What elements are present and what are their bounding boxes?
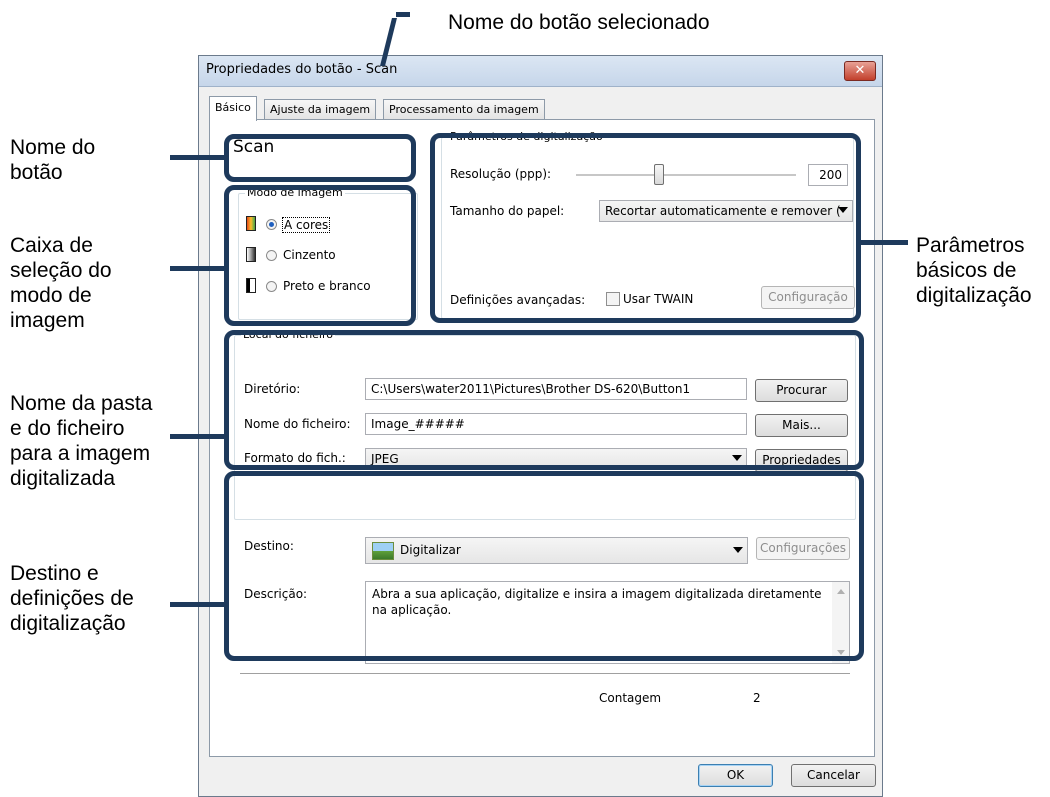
annotation-line: Caixa de — [10, 234, 93, 257]
annotation-line: para a imagem — [10, 442, 151, 465]
count-label: Contagem — [599, 691, 662, 705]
annotation-line: definições de — [10, 587, 134, 610]
annotation-line: seleção do — [10, 259, 112, 282]
annotation-button-name: Nome do botão — [10, 135, 95, 185]
callout-line-scan-params — [860, 240, 908, 245]
annotation-basic-scan-params: Parâmetros básicos de digitalização — [916, 233, 1032, 308]
cancel-button[interactable]: Cancelar — [791, 764, 876, 787]
callout-line-button-name — [170, 155, 226, 160]
annotation-selected-button-name: Nome do botão selecionado — [448, 11, 710, 34]
annotation-line: modo de — [10, 284, 92, 307]
tab-basico[interactable]: Básico — [209, 96, 257, 121]
callout-line-title-tick — [396, 12, 410, 17]
annotation-line: digitalização — [916, 284, 1032, 307]
annotation-line: Parâmetros — [916, 234, 1025, 257]
annotation-line: básicos de — [916, 259, 1017, 282]
annotation-line: Nome do — [10, 136, 96, 159]
close-icon[interactable]: ✕ — [844, 61, 876, 81]
count-value: 2 — [753, 691, 761, 705]
separator — [240, 673, 850, 675]
annotation-destination-settings: Destino e definições de digitalização — [10, 561, 134, 636]
annotation-folder-file-name: Nome da pasta e do ficheiro para a image… — [10, 391, 152, 491]
callout-line-destination — [170, 602, 226, 607]
annotation-line: digitalizada — [10, 467, 116, 490]
tab-processamento-da-imagem[interactable]: Processamento da imagem — [383, 99, 545, 120]
destination-highlight — [224, 471, 864, 661]
callout-line-file-location — [170, 434, 226, 439]
annotation-line: e do ficheiro — [10, 417, 125, 440]
window-title: Propriedades do botão - Scan — [206, 62, 398, 77]
image-mode-highlight — [224, 185, 416, 326]
annotation-line: imagem — [10, 309, 85, 332]
annotation-line: Destino e — [10, 562, 99, 585]
callout-line-image-mode — [170, 266, 226, 271]
button-name-highlight — [224, 134, 416, 182]
title-bar: Propriedades do botão - Scan ✕ — [199, 56, 882, 87]
tab-ajuste-da-imagem[interactable]: Ajuste da imagem — [264, 99, 377, 120]
annotation-line: Nome da pasta — [10, 392, 153, 415]
scan-parameters-highlight — [430, 133, 861, 323]
annotation-image-mode-box: Caixa de seleção do modo de imagem — [10, 233, 112, 333]
ok-button[interactable]: OK — [698, 764, 773, 787]
annotation-line: digitalização — [10, 612, 126, 635]
file-location-highlight — [224, 330, 864, 470]
annotation-line: botão — [10, 161, 63, 184]
